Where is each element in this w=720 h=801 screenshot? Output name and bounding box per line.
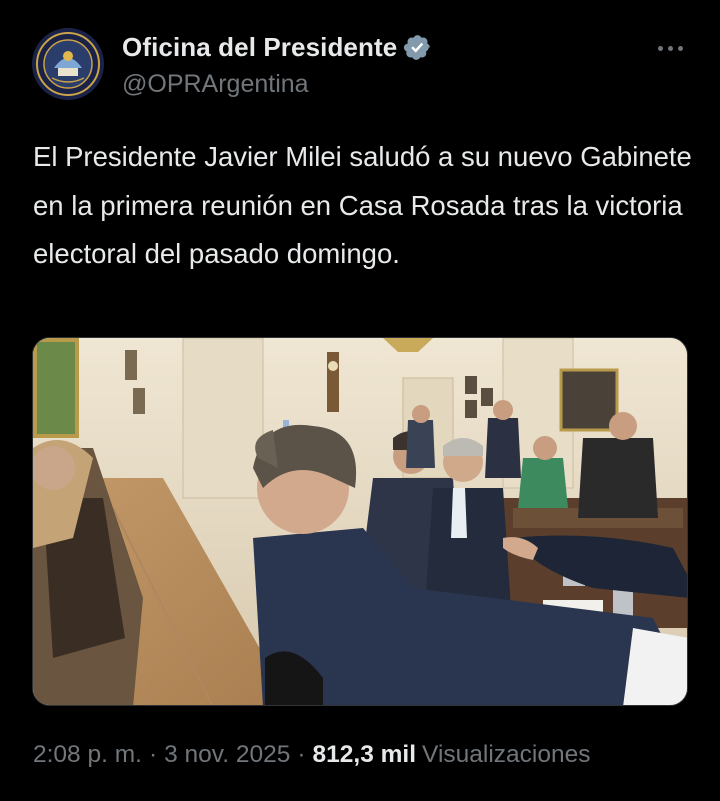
meta-separator: · xyxy=(297,741,306,768)
author-name-row: Oficina del Presidente xyxy=(122,30,432,64)
tweet-photo[interactable] xyxy=(32,337,688,706)
views-label: Visualizaciones xyxy=(422,741,591,768)
tweet-date[interactable]: 3 nov. 2025 xyxy=(164,741,290,769)
avatar[interactable] xyxy=(32,28,104,100)
tweet-header: Oficina del Presidente @OPRArgentina xyxy=(0,0,720,120)
photo-illustration xyxy=(33,338,687,705)
more-dot xyxy=(657,45,663,51)
more-dot xyxy=(667,45,673,51)
presidential-seal-icon xyxy=(33,29,103,99)
verified-badge-icon[interactable] xyxy=(403,33,432,62)
tweet-text: El Presidente Javier Milei saludó a su n… xyxy=(33,141,692,269)
display-name[interactable]: Oficina del Presidente xyxy=(122,32,397,63)
author-handle[interactable]: @OPRArgentina xyxy=(122,70,309,99)
views-count[interactable]: 812,3 mil xyxy=(313,741,417,769)
tweet-meta: 2:08 p. m. · 3 nov. 2025 · 812,3 mil Vis… xyxy=(33,738,590,772)
more-dot xyxy=(677,45,683,51)
meta-separator: · xyxy=(148,741,158,768)
tweet-time[interactable]: 2:08 p. m. xyxy=(33,741,142,769)
more-options-icon[interactable] xyxy=(650,36,690,60)
